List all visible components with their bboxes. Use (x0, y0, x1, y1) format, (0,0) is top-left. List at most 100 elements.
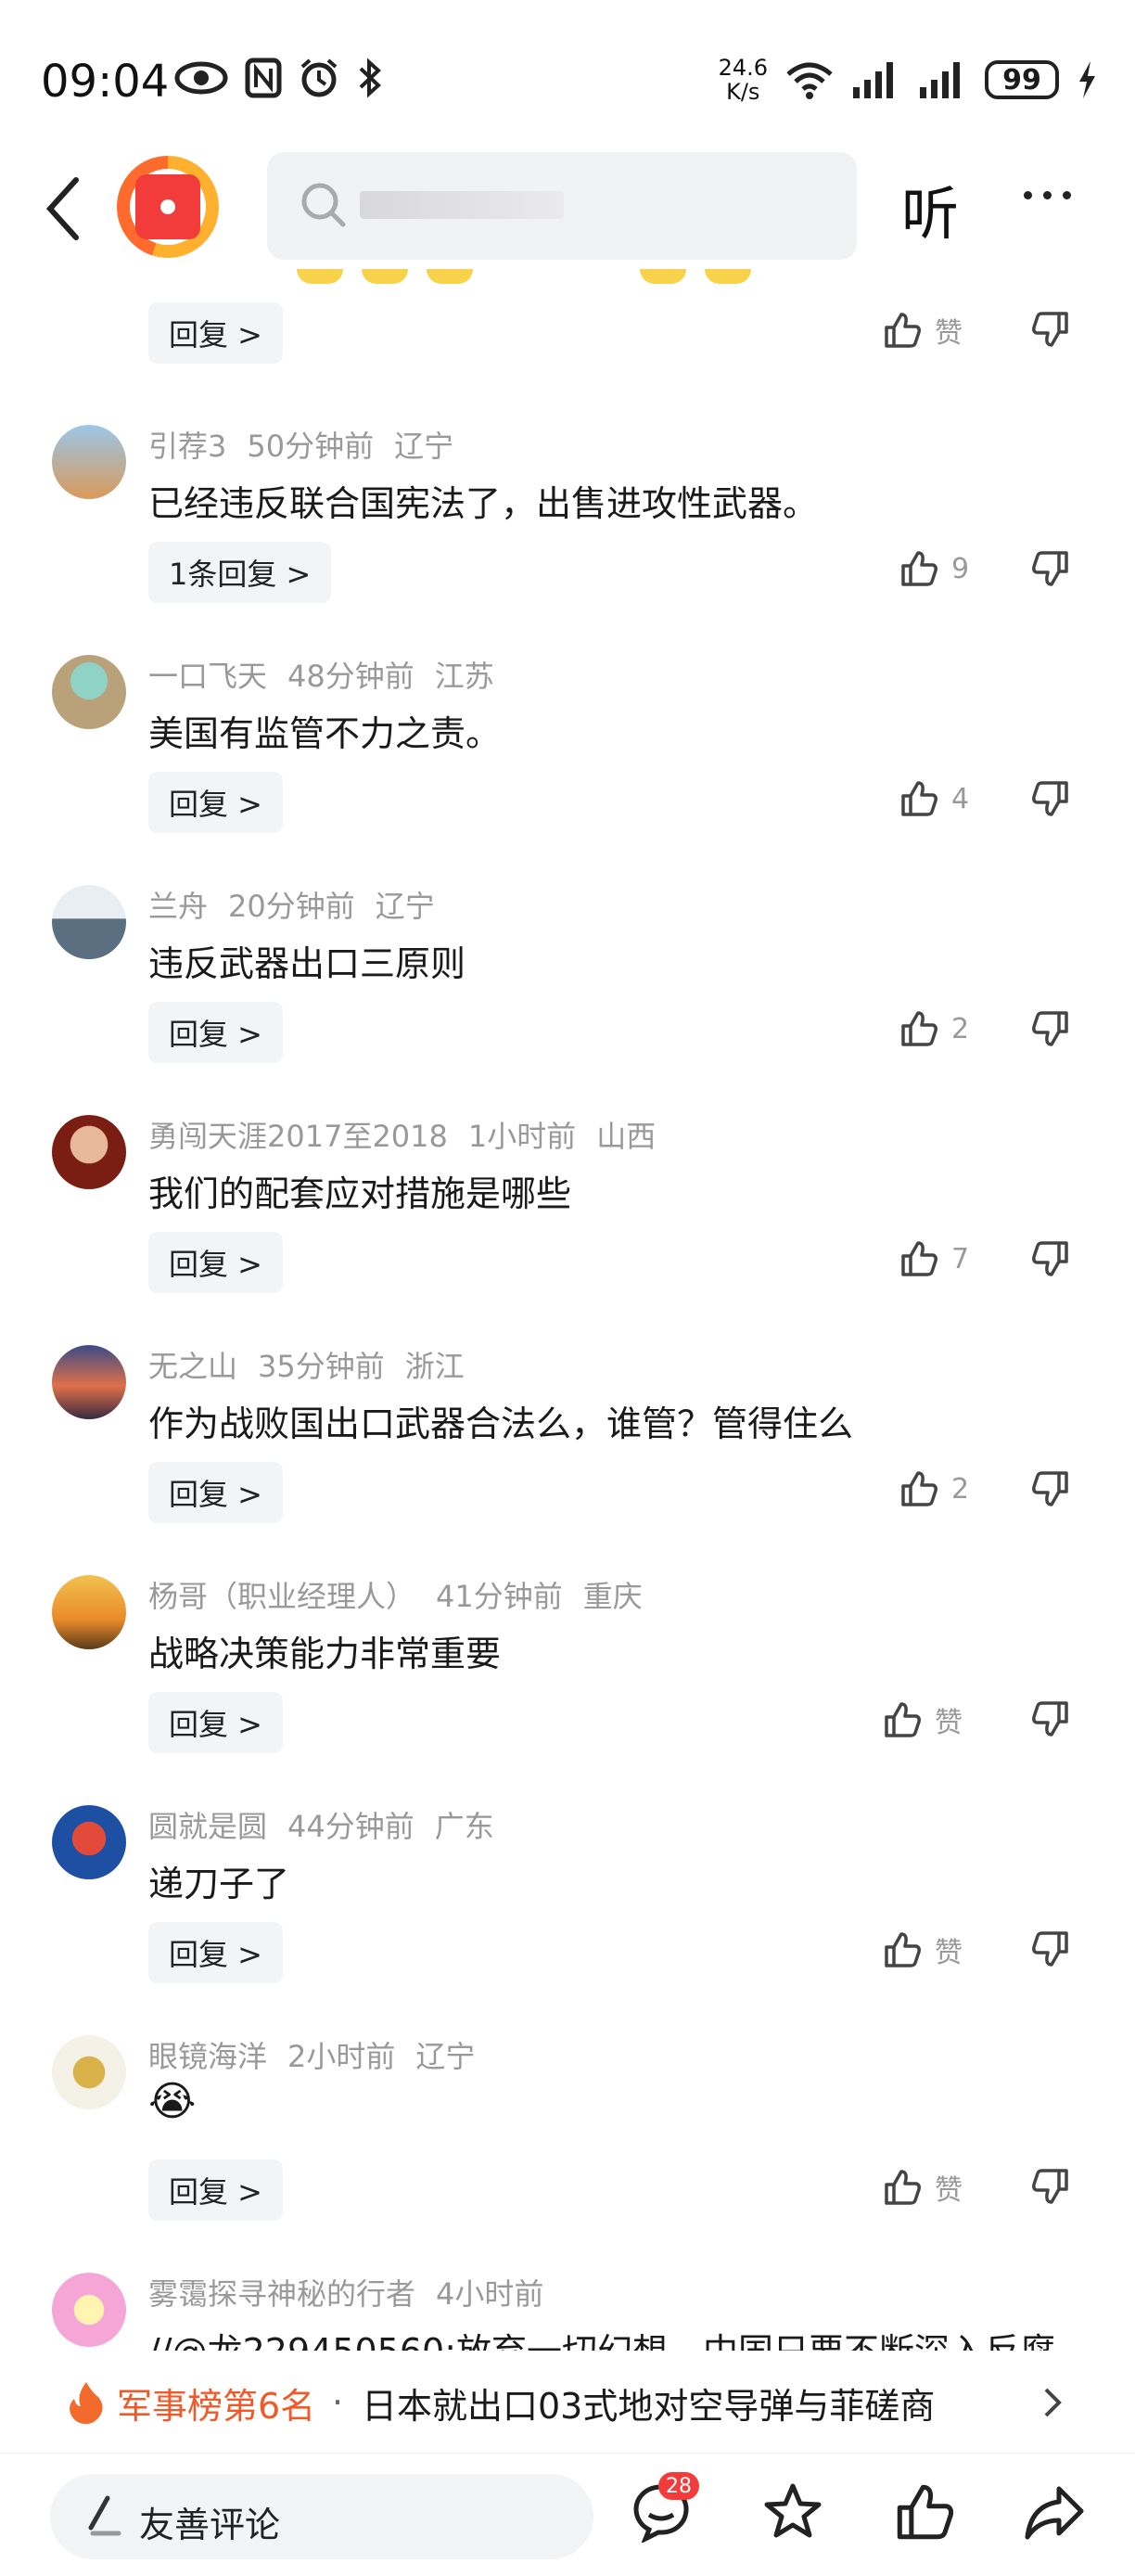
username[interactable]: 勇闯天涯2017至2018 (148, 1119, 448, 1154)
like-count: 4 (951, 782, 970, 815)
avatar[interactable] (52, 1805, 126, 1879)
favorite-button[interactable] (762, 2481, 823, 2546)
hot-rank[interactable]: 军事榜第6名 (117, 2377, 315, 2429)
nfc-icon (245, 58, 282, 98)
comment-text: 已经违反联合国宪法了，出售进攻性武器。 (148, 483, 819, 524)
like-button[interactable]: 赞 (883, 1929, 963, 1970)
hot-title[interactable]: 日本就出口03式地对空导弹与菲磋商 (362, 2377, 935, 2429)
chevron-right-icon[interactable] (1040, 2384, 1065, 2421)
thumbs-up-icon (901, 1241, 937, 1276)
like-button[interactable]: 4 (899, 779, 969, 818)
username[interactable]: 一口飞天 (148, 659, 267, 694)
comment-time: 1小时前 (467, 1119, 577, 1154)
more-menu-button[interactable] (1024, 191, 1071, 199)
thumbs-up-icon (885, 1702, 921, 1737)
comment-item: 圆就是圆 44分钟前 广东 递刀子了 回复 > 赞 (0, 1794, 1135, 2026)
comment-meta: 雾霭探寻神秘的行者 4小时前 (148, 2271, 564, 2313)
like-button[interactable]: 赞 (883, 1699, 963, 1740)
comment-time: 2小时前 (287, 2039, 396, 2074)
dislike-button[interactable] (1031, 779, 1070, 822)
avatar[interactable] (52, 2035, 126, 2109)
like-button[interactable]: 赞 (883, 2167, 963, 2208)
thumbs-down-icon (1032, 1011, 1068, 1046)
username[interactable]: 引荐3 (148, 429, 226, 464)
hot-topic-bar[interactable]: 军事榜第6名 · 日本就出口03式地对空导弹与菲磋商 (0, 2360, 1135, 2445)
comment-item: 杨哥（职业经理人） 41分钟前 重庆 战略决策能力非常重要 回复 > 赞 (0, 1564, 1135, 1796)
comment-item: 眼镜海洋 2小时前 辽宁 😭 回复 > 赞 (0, 2024, 1135, 2256)
avatar[interactable] (52, 885, 126, 959)
dislike-button[interactable] (1031, 1239, 1070, 1282)
dislike-button[interactable] (1031, 1699, 1070, 1742)
dislike-button[interactable] (1031, 1009, 1070, 1052)
dislike-button[interactable] (1031, 2167, 1070, 2210)
avatar[interactable] (52, 655, 126, 729)
reply-button[interactable]: 1条回复 > (148, 542, 332, 603)
like-button[interactable]: 2 (899, 1469, 969, 1508)
like-button[interactable]: 赞 (883, 310, 963, 351)
battery-indicator: 99 (985, 60, 1059, 99)
thumbs-up-icon (901, 551, 937, 586)
dislike-button[interactable] (1031, 1929, 1070, 1972)
status-bar: 09:04 24.6 K/s 99 (0, 0, 1135, 148)
thumbs-up-icon (897, 2484, 954, 2540)
avatar[interactable] (52, 2273, 126, 2347)
top-nav: 听 (0, 148, 1135, 269)
username[interactable]: 兰舟 (148, 889, 208, 924)
like-button[interactable]: 2 (899, 1009, 969, 1048)
reply-button[interactable]: 回复 > (148, 2159, 283, 2221)
username[interactable]: 杨哥（职业经理人） (148, 1579, 415, 1614)
like-count: 2 (951, 1472, 970, 1506)
emoji-peek (297, 269, 751, 284)
reply-button[interactable]: 回复 > (148, 1922, 283, 1983)
share-button[interactable] (1022, 2481, 1087, 2546)
reply-button[interactable]: 回复 > (148, 302, 283, 364)
like-count: 赞 (935, 317, 963, 350)
hot-separator: · (332, 2382, 344, 2423)
comment-region: 重庆 (582, 1579, 643, 1614)
net-speed: 24.6 K/s (719, 56, 768, 104)
thumbs-up-icon (901, 1471, 937, 1506)
like-article-button[interactable] (894, 2481, 955, 2546)
thumbs-up-icon (885, 2170, 921, 2205)
like-button[interactable]: 9 (899, 549, 969, 588)
comment-item: 无之山 35分钟前 浙江 作为战败国出口武器合法么，谁管？管得住么 回复 > 2 (0, 1334, 1135, 1566)
avatar[interactable] (52, 425, 126, 499)
reply-button[interactable]: 回复 > (148, 1692, 283, 1753)
comment-text: 美国有监管不力之责。 (148, 713, 502, 754)
status-time: 09:04 (41, 56, 170, 108)
comment-input[interactable]: 友善评论 (50, 2474, 593, 2559)
dislike-button[interactable] (1031, 549, 1070, 592)
reply-button[interactable]: 回复 > (148, 1232, 283, 1293)
like-button[interactable]: 7 (899, 1239, 969, 1278)
avatar[interactable] (52, 1345, 126, 1419)
reply-button[interactable]: 回复 > (148, 1462, 283, 1523)
comment-meta: 杨哥（职业经理人） 41分钟前 重庆 (148, 1573, 663, 1616)
comment-region: 江苏 (434, 659, 494, 694)
signal-icon-2 (920, 62, 960, 98)
comment-item: 雾霭探寻神秘的行者 4小时前 //@龙229450560:放弃一切幻想，中国只要不… (0, 2262, 1135, 2351)
app-logo[interactable] (117, 156, 219, 258)
avatar[interactable] (52, 1115, 126, 1189)
comment-text: 作为战败国出口武器合法么，谁管？管得住么 (148, 1403, 854, 1444)
comment-region: 辽宁 (394, 429, 454, 464)
avatar[interactable] (52, 1575, 126, 1649)
dislike-button[interactable] (1031, 1469, 1070, 1512)
back-button[interactable] (41, 174, 89, 243)
comments-button[interactable]: 28 (631, 2472, 699, 2546)
comment-text: 😭 (148, 2078, 197, 2125)
username[interactable]: 无之山 (148, 1349, 237, 1384)
listen-button[interactable]: 听 (901, 167, 959, 250)
username[interactable]: 圆就是圆 (148, 1809, 267, 1844)
search-icon (301, 183, 346, 227)
reply-button[interactable]: 回复 > (148, 772, 283, 833)
search-box[interactable] (267, 152, 857, 260)
comment-item: 一口飞天 48分钟前 江苏 美国有监管不力之责。 回复 > 4 (0, 644, 1135, 876)
alarm-icon (300, 58, 338, 97)
dislike-button[interactable] (1031, 310, 1070, 352)
reply-button[interactable]: 回复 > (148, 1002, 283, 1063)
comment-region: 浙江 (404, 1349, 465, 1384)
username[interactable]: 眼镜海洋 (148, 2039, 267, 2074)
thumbs-down-icon (1032, 312, 1068, 347)
like-count: 2 (951, 1012, 970, 1045)
username[interactable]: 雾霭探寻神秘的行者 (148, 2276, 415, 2312)
